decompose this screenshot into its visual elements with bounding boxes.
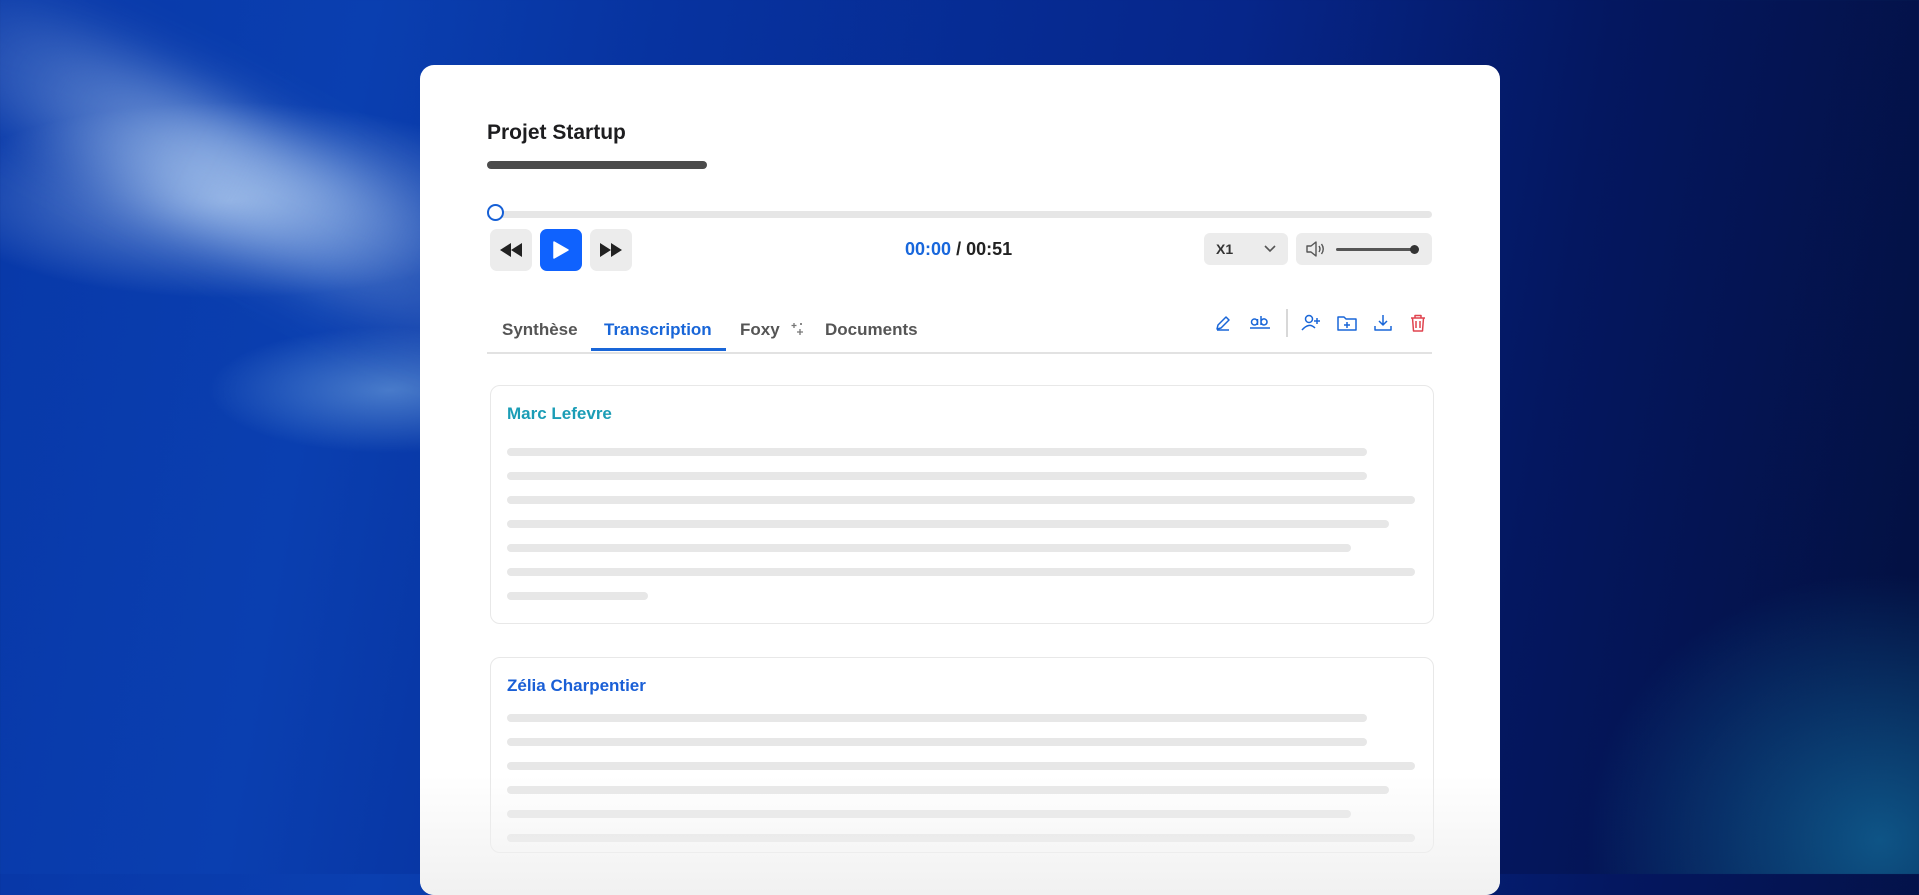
recording-card: Projet Startup 00:00 / 00:51 X1 Synthèse… bbox=[420, 65, 1500, 895]
spellcheck-button[interactable] bbox=[1247, 310, 1273, 336]
total-time: 00:51 bbox=[966, 239, 1013, 259]
move-to-folder-button[interactable] bbox=[1334, 310, 1360, 336]
tab-documents[interactable]: Documents bbox=[825, 320, 918, 340]
speaker-name[interactable]: Marc Lefevre bbox=[507, 404, 612, 424]
text-placeholder-line bbox=[507, 544, 1351, 552]
volume-control[interactable] bbox=[1296, 233, 1432, 265]
download-icon bbox=[1374, 315, 1392, 331]
add-folder-icon bbox=[1337, 316, 1357, 331]
speaker-icon bbox=[1306, 241, 1324, 257]
playback-speed-value: X1 bbox=[1216, 241, 1234, 257]
text-placeholder-line bbox=[507, 520, 1389, 528]
edit-button[interactable] bbox=[1210, 310, 1236, 336]
tab-bar: Synthèse Transcription Foxy Documents bbox=[487, 309, 1432, 354]
trash-icon bbox=[1411, 314, 1425, 332]
text-placeholder-line bbox=[507, 714, 1367, 722]
toolbar-divider bbox=[1286, 309, 1288, 337]
play-button[interactable] bbox=[540, 229, 582, 271]
pencil-icon bbox=[1216, 316, 1230, 331]
fast-forward-icon bbox=[600, 243, 622, 257]
volume-slider[interactable] bbox=[1336, 244, 1419, 254]
text-placeholder-line bbox=[507, 568, 1415, 576]
time-separator: / bbox=[956, 239, 962, 259]
transcript-block: Zélia Charpentier bbox=[490, 657, 1434, 853]
speaker-name[interactable]: Zélia Charpentier bbox=[507, 676, 646, 696]
text-placeholder-line bbox=[507, 810, 1351, 818]
title-placeholder-bar bbox=[487, 161, 707, 169]
rewind-icon bbox=[500, 243, 522, 257]
text-placeholder-line bbox=[507, 834, 1415, 842]
playback-speed-select[interactable]: X1 bbox=[1204, 233, 1288, 265]
tab-foxy-label: Foxy bbox=[740, 320, 780, 339]
text-placeholder-line bbox=[507, 496, 1415, 504]
time-display: 00:00 / 00:51 bbox=[905, 239, 1012, 260]
audio-progress-handle[interactable] bbox=[487, 204, 504, 221]
play-icon bbox=[553, 241, 569, 259]
tab-synthese[interactable]: Synthèse bbox=[502, 320, 578, 340]
delete-button[interactable] bbox=[1405, 310, 1431, 336]
text-placeholder-line bbox=[507, 738, 1367, 746]
volume-slider-handle[interactable] bbox=[1410, 244, 1419, 254]
fast-forward-button[interactable] bbox=[590, 229, 632, 271]
text-placeholder-line bbox=[507, 448, 1367, 456]
text-placeholder-line bbox=[507, 786, 1389, 794]
add-user-icon bbox=[1301, 314, 1320, 331]
text-placeholder-line bbox=[507, 592, 648, 600]
current-time: 00:00 bbox=[905, 239, 952, 259]
page-title: Projet Startup bbox=[487, 121, 626, 144]
sparkle-icon bbox=[791, 323, 804, 335]
download-button[interactable] bbox=[1370, 310, 1396, 336]
transcript-block: Marc Lefevre bbox=[490, 385, 1434, 624]
tab-transcription[interactable]: Transcription bbox=[604, 320, 712, 340]
rewind-button[interactable] bbox=[490, 229, 532, 271]
add-speaker-button[interactable] bbox=[1298, 310, 1324, 336]
audio-progress-bar[interactable] bbox=[487, 211, 1432, 218]
text-placeholder-line bbox=[507, 762, 1415, 770]
chevron-down-icon bbox=[1264, 245, 1276, 253]
active-tab-indicator bbox=[591, 348, 726, 351]
tab-foxy[interactable]: Foxy bbox=[740, 320, 804, 340]
spellcheck-icon bbox=[1250, 316, 1270, 329]
text-placeholder-line bbox=[507, 472, 1367, 480]
